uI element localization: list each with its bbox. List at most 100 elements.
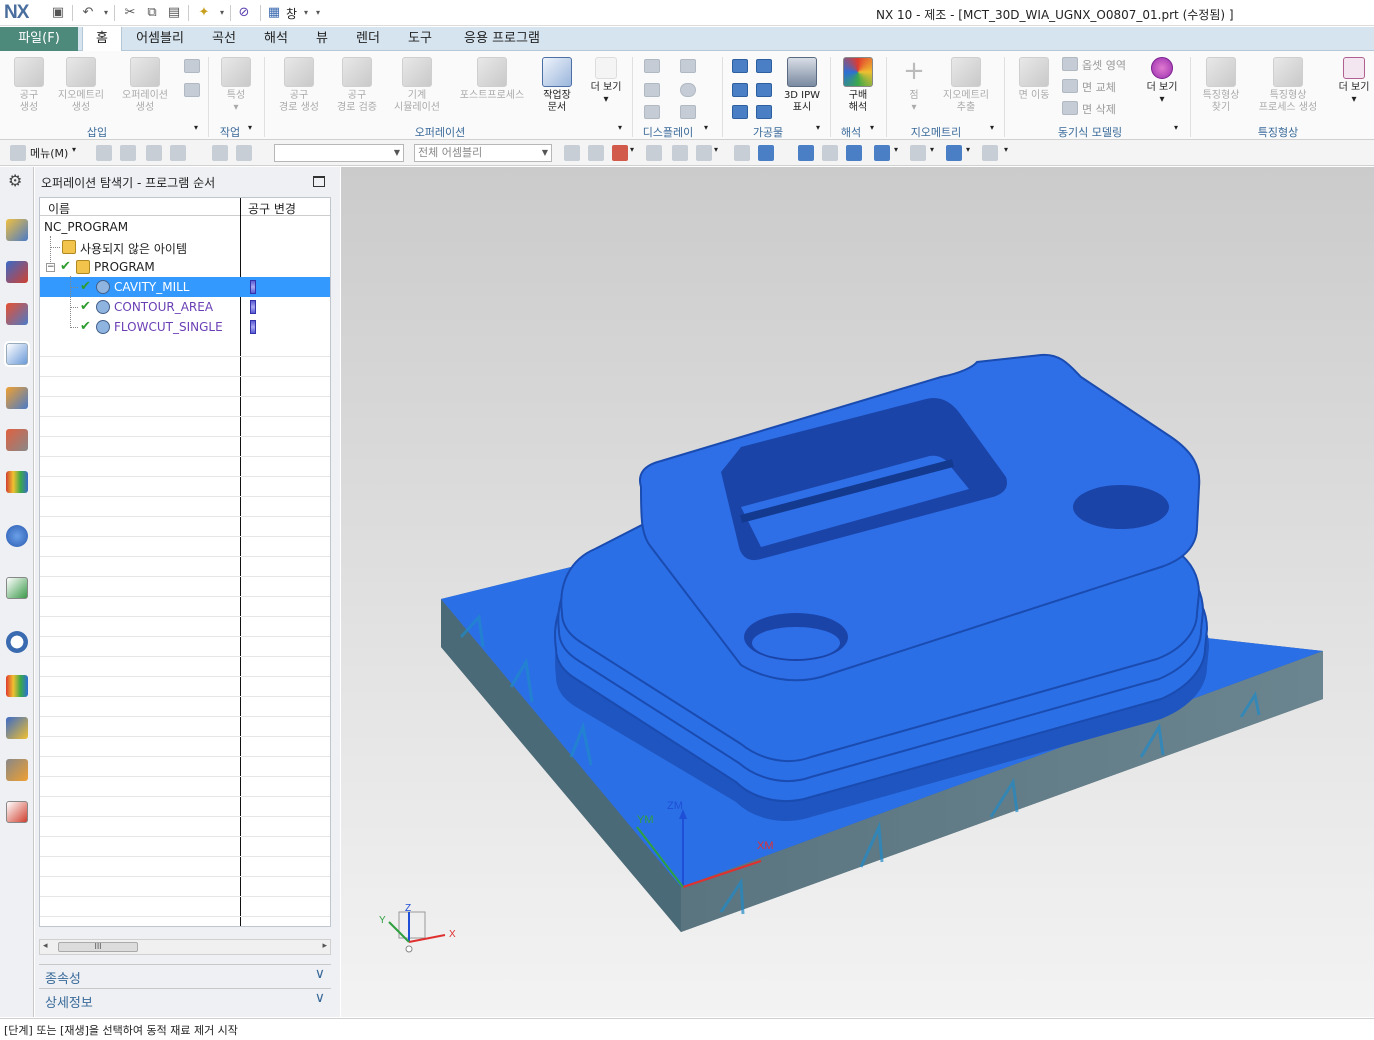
display-frame-icon[interactable] <box>680 59 696 73</box>
horizontal-scrollbar[interactable]: ◂ III ▸ <box>39 939 331 955</box>
machine-tool-view-icon[interactable] <box>120 145 136 161</box>
offset-region-icon[interactable] <box>1062 57 1078 71</box>
workpiece-back-icon[interactable] <box>732 83 748 97</box>
cursor-icon[interactable] <box>646 145 662 161</box>
workpiece-end-icon[interactable] <box>756 83 772 97</box>
group-analysis-dropdown-icon[interactable]: ▾ <box>870 123 874 132</box>
paste-icon[interactable]: ▤ <box>166 5 182 21</box>
replace-face-icon[interactable] <box>1062 79 1078 93</box>
verify-toolpath-button[interactable]: 공구 경로 검증 <box>330 57 384 114</box>
more-sync-button[interactable]: 더 보기 ▾ <box>1140 57 1184 106</box>
workpiece-forward-icon[interactable] <box>732 59 748 73</box>
settings-gear-icon[interactable]: ⚙ <box>8 171 22 190</box>
tab-home[interactable]: 홈 <box>82 27 122 52</box>
property-button[interactable]: 특성 ▾ <box>216 57 256 114</box>
tree-row-nc-program[interactable]: NC_PROGRAM <box>40 217 330 237</box>
scrollbar-thumb[interactable]: III <box>58 942 138 952</box>
workpiece-play-icon[interactable] <box>732 105 748 119</box>
create-feature-process-button[interactable]: 특징형상 프로세스 생성 <box>1250 57 1326 114</box>
section-dropdown-icon[interactable]: ▾ <box>1004 145 1008 154</box>
geometry-view-icon[interactable] <box>146 145 162 161</box>
machining-method-view-icon[interactable] <box>170 145 186 161</box>
postprocess-button[interactable]: 포스트프로세스 <box>452 57 532 102</box>
group-work-dropdown-icon[interactable]: ▾ <box>248 123 252 132</box>
repeat-dropdown-icon[interactable]: ▾ <box>214 5 230 21</box>
more-operation-button[interactable]: 더 보기 ▾ <box>584 57 628 106</box>
tree-row-unused-items[interactable]: 사용되지 않은 아이템 <box>40 237 330 257</box>
details-panel-header[interactable]: 상세정보 ∨ <box>39 988 331 1011</box>
operation-navigator-icon[interactable] <box>4 341 30 367</box>
copy-icon[interactable]: ⧉ <box>144 5 160 21</box>
rectangle-dropdown-icon[interactable]: ▾ <box>714 145 718 154</box>
window-icon[interactable]: ▦ <box>266 5 282 21</box>
edit-section-icon[interactable] <box>982 145 998 161</box>
display-list-icon[interactable] <box>644 83 660 97</box>
display-toolpath-icon[interactable] <box>644 59 660 73</box>
group-display-dropdown-icon[interactable]: ▾ <box>704 123 708 132</box>
snap-icon[interactable] <box>564 145 580 161</box>
palette-icon[interactable] <box>6 675 28 697</box>
create-geometry-button[interactable]: 지오메트리 생성 <box>52 57 110 114</box>
shop-documentation-button[interactable]: 작업장 문서 <box>536 57 578 114</box>
tab-applications[interactable]: 응용 프로그램 <box>452 27 552 51</box>
tree-row-cavity-mill[interactable]: ✔ CAVITY_MILL <box>40 277 330 297</box>
window-menu-label[interactable]: 창 <box>286 5 297 22</box>
program-order-view-icon[interactable] <box>96 145 112 161</box>
undo-icon[interactable]: ↶ <box>80 5 96 21</box>
group-workpiece-dropdown-icon[interactable]: ▾ <box>816 123 820 132</box>
display-layer-icon[interactable] <box>644 105 660 119</box>
customize-dropdown-icon[interactable]: ▾ <box>310 5 326 21</box>
snap-point-dropdown-icon[interactable]: ▾ <box>630 145 634 154</box>
menu-dropdown-icon[interactable]: ▾ <box>72 145 76 154</box>
shaded-dropdown-icon[interactable]: ▾ <box>966 145 970 154</box>
create-method-icon[interactable] <box>184 83 200 97</box>
show-3d-ipw-button[interactable]: 3D IPW 표시 <box>780 57 824 114</box>
group-operation-dropdown-icon[interactable]: ▾ <box>618 123 622 132</box>
delete-face-label[interactable]: 면 삭제 <box>1082 101 1116 117</box>
save-icon[interactable]: ▣ <box>50 5 66 21</box>
find-feature-button[interactable]: 특징형상 찾기 <box>1196 57 1246 114</box>
fit-view-icon[interactable] <box>798 145 814 161</box>
tab-render[interactable]: 렌더 <box>348 27 388 51</box>
snap-point-icon[interactable] <box>612 145 628 161</box>
delete-face-icon[interactable] <box>1062 101 1078 115</box>
cut-icon[interactable]: ✂ <box>122 5 138 21</box>
scroll-left-icon[interactable]: ◂ <box>43 941 48 951</box>
filter-icon[interactable] <box>212 145 228 161</box>
view-3d-icon[interactable] <box>758 145 774 161</box>
column-name-header[interactable]: 이름 <box>48 200 70 217</box>
part-navigator-icon[interactable] <box>6 303 28 325</box>
create-tool-button[interactable]: 공구 생성 <box>8 57 50 114</box>
selection-scope-combo[interactable]: 전체 어셈블리 ▼ <box>414 144 552 162</box>
render-dropdown-icon[interactable]: ▾ <box>930 145 934 154</box>
more-feature-button[interactable]: 더 보기 ▾ <box>1334 57 1374 106</box>
column-tool-change-header[interactable]: 공구 변경 <box>248 200 296 217</box>
system-materials-icon[interactable] <box>6 801 28 823</box>
tab-tools[interactable]: 도구 <box>400 27 440 51</box>
file-menu-tab[interactable]: 파일(F) <box>0 27 78 51</box>
orient-dropdown-icon[interactable]: ▾ <box>894 145 898 154</box>
undo-dropdown-icon[interactable]: ▾ <box>98 5 114 21</box>
scroll-right-icon[interactable]: ▸ <box>322 941 327 951</box>
feature-navigator-icon[interactable] <box>6 429 28 451</box>
reuse-library-icon[interactable] <box>6 471 28 493</box>
display-circle-icon[interactable] <box>680 83 696 97</box>
tab-analysis[interactable]: 해석 <box>256 27 296 51</box>
workpiece-step-icon[interactable] <box>756 59 772 73</box>
roles-icon[interactable] <box>6 759 28 781</box>
window-select-icon[interactable] <box>672 145 688 161</box>
create-operation-button[interactable]: 오퍼레이션 생성 <box>114 57 176 114</box>
machine-tool-navigator-icon[interactable] <box>6 387 28 409</box>
assembly-navigator-icon[interactable] <box>6 219 28 241</box>
rectangle-select-icon[interactable] <box>696 145 712 161</box>
filter-type-icon[interactable] <box>236 145 252 161</box>
workpiece-stop-icon[interactable] <box>756 105 772 119</box>
orient-view-icon[interactable] <box>874 145 890 161</box>
menu-icon[interactable] <box>10 145 26 161</box>
graphics-window[interactable]: ZM YM XM Z X Y <box>341 167 1374 1017</box>
generate-toolpath-button[interactable]: 공구 경로 생성 <box>272 57 326 114</box>
type-filter-combo[interactable]: ▼ <box>274 144 404 162</box>
extract-geometry-button[interactable]: 지오메트리 추출 <box>936 57 996 114</box>
create-program-icon[interactable] <box>184 59 200 73</box>
tree-row-program[interactable]: − ✔ PROGRAM <box>40 257 330 277</box>
